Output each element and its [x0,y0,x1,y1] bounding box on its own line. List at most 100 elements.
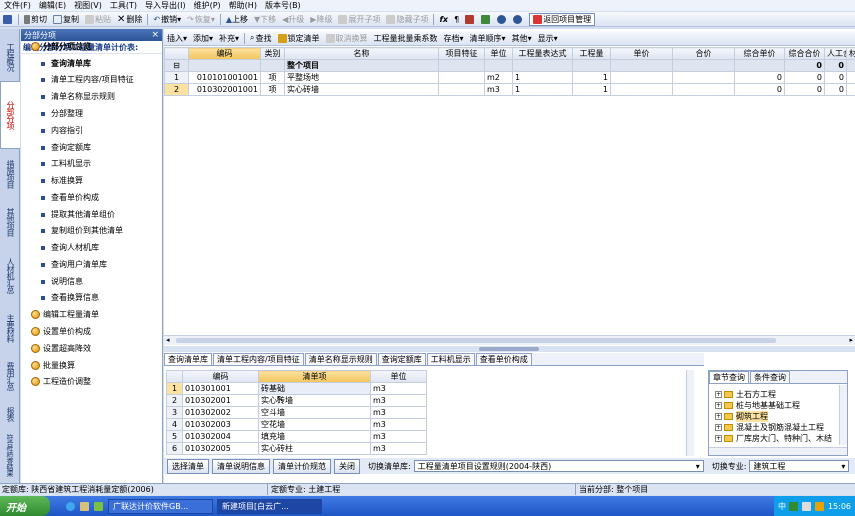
cell-code[interactable]: 010302001001 [188,83,261,96]
switch-lib-select[interactable]: 工程量清单项目设置规则(2004-陕西) ▾ [413,460,704,472]
archive-button[interactable]: 存档 ▾ [441,32,467,45]
cell-code[interactable]: 010302005 [182,442,259,455]
tree-node[interactable]: + 混凝土及钢筋混凝土工程 [715,422,824,433]
tab-sub-items[interactable]: 分部分项 [0,81,20,149]
nav-sub-item[interactable]: 查询清单库 [41,58,91,69]
nav-sub-item[interactable]: 查询人材机库 [41,242,99,253]
cell-material[interactable] [846,83,855,96]
nav-section-item[interactable]: 工程造价调整 [31,376,91,387]
cell-unit[interactable]: m3 [370,418,427,431]
cell-total-price[interactable] [672,83,735,96]
cell-list-item[interactable]: 空花墙 [258,418,371,431]
nav-sub-item[interactable]: 清单名称显示规则 [41,91,115,102]
expand-icon[interactable]: + [715,402,722,409]
cell-list-item[interactable]: 填充墙 [258,430,371,443]
expand-children-button[interactable]: 展开子项 [335,13,383,26]
formula-button[interactable]: fx [436,13,451,26]
cell-code[interactable]: 010302003 [182,418,259,431]
expand-icon[interactable]: + [715,413,722,420]
network-icon[interactable] [788,501,798,511]
tab-list-name-rules[interactable]: 清单名称显示规则 [304,353,377,365]
tab-project-overview[interactable]: 工程概况 [0,35,20,79]
panel-splitter[interactable] [164,346,855,352]
col-header-code[interactable]: 编码 [182,370,259,383]
cell-unit[interactable]: m3 [370,430,427,443]
redo-button[interactable]: ↷ 恢复 ▾ [184,13,218,26]
tree-node[interactable]: + 桩与地基基础工程 [715,400,800,411]
add-button[interactable]: 添加 ▾ [190,32,216,45]
col-header-feature[interactable]: 项目特征 [438,47,485,60]
cell-composite-unit-price[interactable]: 0 [734,83,785,96]
tab-reports[interactable]: 报表 [0,401,20,427]
tab-query-quota-lib[interactable]: 查询定额库 [377,353,426,365]
batch-multiply-button[interactable]: 工程量批量乘系数 [371,32,441,45]
info-button[interactable] [494,13,510,26]
paragraph-button[interactable]: ¶ [451,13,462,26]
move-down-button[interactable]: ▼ 下移 [251,13,279,26]
group-row[interactable]: ⊟ 整个项目 0 0 [164,59,855,72]
save-button[interactable] [0,13,16,26]
col-header-type[interactable]: 类别 [260,47,285,60]
col-header-material[interactable]: 材 [846,47,855,60]
menu-file[interactable]: 文件(F) [0,0,35,11]
database-button[interactable] [478,13,494,26]
col-header-composite-unit-price[interactable]: 综合单价 [734,47,785,60]
help-button[interactable] [510,13,526,26]
menu-edit[interactable]: 编辑(E) [35,0,70,11]
col-header-name[interactable]: 名称 [284,47,439,60]
list-item[interactable]: 1 010301001 砖基础 m3 [166,382,427,395]
cell-list-item[interactable]: 砖基础 [258,382,371,395]
splitter-grip[interactable] [479,347,539,351]
cell-unit[interactable]: m3 [370,406,427,419]
col-header-expression[interactable]: 工程量表达式 [512,47,573,60]
nav-sub-item[interactable]: 提取其他清单组价 [41,209,115,220]
cell-name[interactable]: 实心砖墙 [284,83,439,96]
cell-feature[interactable] [438,71,485,84]
list-item[interactable]: 5 010302004 填充墙 m3 [166,430,427,443]
nav-sub-item[interactable]: 分部整理 [41,108,83,119]
cell-type[interactable]: 项 [260,71,285,84]
tab-other-items[interactable]: 其他项目 [0,199,20,245]
cell-code[interactable]: 010302002 [182,406,259,419]
tree-scrollbar[interactable] [839,385,847,445]
expand-icon[interactable]: + [715,435,722,442]
tab-compliance-check[interactable]: 符合性检查结果 [0,429,20,481]
list-item[interactable]: 6 010302005 实心砖柱 m3 [166,442,427,455]
menu-tools[interactable]: 工具(T) [106,0,141,11]
cell-list-item[interactable]: 实心砖柱 [258,442,371,455]
nav-sub-item[interactable]: 工料机显示 [41,158,91,169]
nav-sub-item[interactable]: 标准换算 [41,175,83,186]
cell-unit[interactable]: m3 [370,442,427,455]
paste-button[interactable]: 粘贴 [82,13,114,26]
col-header-unit[interactable]: 单位 [484,47,513,60]
display-button[interactable]: 显示 ▾ [535,32,561,45]
expand-icon[interactable]: + [715,391,722,398]
nav-sub-item[interactable]: 清单工程内容/项目特征 [41,74,134,85]
tab-list-content-feature[interactable]: 清单工程内容/项目特征 [213,353,304,365]
nav-section-item[interactable]: 设置超高降效 [31,343,91,354]
demote-button[interactable]: ▶ 降级 [307,13,335,26]
col-header-unit[interactable]: 单位 [370,370,427,383]
menu-import-export[interactable]: 导入导出(I) [141,0,190,11]
nav-section-item[interactable]: 分部分项总览 [31,41,91,52]
col-header-code[interactable]: 编码 [188,47,261,60]
nav-section-item[interactable]: 编辑工程量清单 [31,309,99,320]
col-header-list-item[interactable]: 清单项 [258,370,371,383]
menu-maintain[interactable]: 维护(P) [190,0,225,11]
scroll-right-icon[interactable]: ▸ [849,336,853,344]
tab-cost-summary[interactable]: 费用汇总 [0,353,20,399]
scroll-left-icon[interactable]: ◂ [166,336,170,344]
cell-code[interactable]: 010302004 [182,430,259,443]
pricing-spec-button[interactable]: 清单计价规范 [273,458,331,474]
promote-button[interactable]: ◀ 升级 [279,13,307,26]
cell-material[interactable] [846,71,855,84]
col-header-unit-price[interactable]: 单价 [610,47,673,60]
tab-chapter-query[interactable]: 章节查询 [709,371,749,383]
cell-labor-total[interactable]: 0 [824,83,847,96]
volume-icon[interactable] [801,501,811,511]
tab-measures[interactable]: 措施项目 [0,151,20,197]
cell-list-item[interactable]: 空斗墙 [258,406,371,419]
media-icon[interactable] [94,501,103,511]
close-icon[interactable]: × [151,30,162,40]
scroll-thumb[interactable] [176,338,776,343]
